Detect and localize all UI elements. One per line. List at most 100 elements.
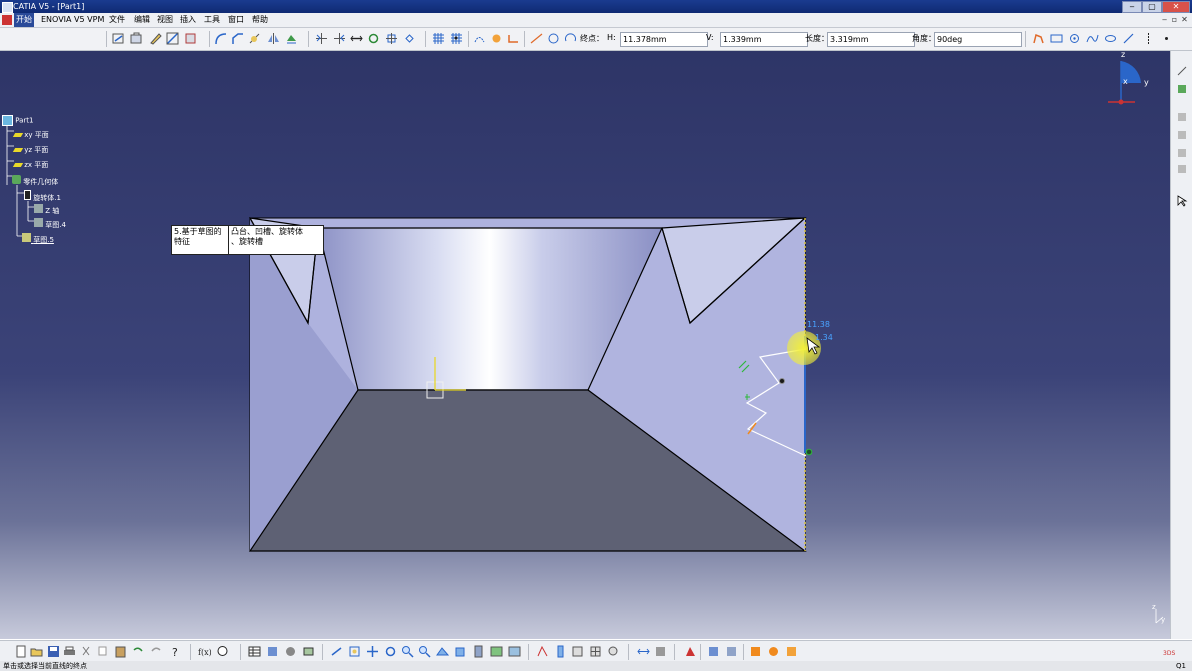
- layer-icon[interactable]: [725, 645, 738, 658]
- tree-item-zx-plane[interactable]: zx 平面: [12, 160, 48, 170]
- sketch-analysis-icon[interactable]: [536, 645, 549, 658]
- pencil-icon[interactable]: [149, 32, 162, 45]
- pan-icon[interactable]: [366, 645, 379, 658]
- trim-icon[interactable]: [248, 32, 261, 45]
- mirror-icon[interactable]: [267, 32, 280, 45]
- visualization-icon[interactable]: [571, 645, 584, 658]
- swap-space-icon[interactable]: [508, 645, 521, 658]
- exit-workbench-icon[interactable]: [112, 32, 125, 45]
- dimensional-constraints-icon[interactable]: [507, 32, 520, 45]
- tree-item-yz-plane[interactable]: yz 平面: [12, 145, 48, 155]
- maximize-button[interactable]: ▢: [1142, 1, 1162, 13]
- angle-input[interactable]: [934, 32, 1022, 47]
- zoom-in-icon[interactable]: [401, 645, 414, 658]
- tree-item-sketch4[interactable]: 草图.4: [34, 218, 66, 230]
- constraint-icon[interactable]: [1176, 111, 1188, 123]
- part-geometry[interactable]: 11.38 1.34 z x y z y: [0, 51, 1170, 639]
- material-icon[interactable]: [707, 645, 720, 658]
- cut-part-icon[interactable]: [554, 645, 567, 658]
- symmetry-icon[interactable]: [315, 32, 328, 45]
- zoom-out-icon[interactable]: [418, 645, 431, 658]
- menu-help[interactable]: 帮助: [250, 13, 270, 27]
- sketch-icon[interactable]: [130, 32, 143, 45]
- shading-icon[interactable]: [472, 645, 485, 658]
- tree-item-part1[interactable]: Part1: [2, 115, 34, 126]
- doc-close-button[interactable]: ✕: [1180, 14, 1189, 25]
- sketch-point[interactable]: [779, 378, 785, 384]
- fly-mode-icon[interactable]: [330, 645, 343, 658]
- axis-icon[interactable]: [1142, 32, 1155, 45]
- grid-view-icon[interactable]: [589, 645, 602, 658]
- constraint-list-icon[interactable]: [654, 645, 667, 658]
- point-dot-icon[interactable]: [1160, 32, 1173, 45]
- tree-item-part-body[interactable]: 零件几何体: [12, 175, 58, 187]
- fit-all-icon[interactable]: [348, 645, 361, 658]
- app-menu-icon[interactable]: [2, 15, 12, 25]
- help-icon[interactable]: ?: [169, 645, 182, 659]
- paste-icon[interactable]: [114, 645, 127, 658]
- app-icon-3[interactable]: [785, 645, 798, 658]
- sketch-endpoint[interactable]: [805, 448, 813, 456]
- redo-icon[interactable]: [150, 645, 163, 658]
- h-coordinate-input[interactable]: [620, 32, 708, 47]
- rotate-view-icon[interactable]: [384, 645, 397, 658]
- undo-icon[interactable]: [131, 645, 144, 658]
- snap-to-point-icon[interactable]: [450, 32, 463, 45]
- sketch-tools-icon[interactable]: [1176, 65, 1188, 77]
- construction-element-icon[interactable]: [473, 32, 486, 45]
- geometric-constraints-icon[interactable]: [490, 32, 503, 45]
- analysis-icon[interactable]: [284, 645, 297, 658]
- line-tool-icon[interactable]: [1122, 32, 1135, 45]
- menu-view[interactable]: 视图: [155, 13, 175, 27]
- menu-edit[interactable]: 编辑: [132, 13, 152, 27]
- dimension-icon[interactable]: [637, 645, 650, 658]
- translate-icon[interactable]: [333, 32, 346, 45]
- line-icon[interactable]: [530, 32, 543, 45]
- project-3d-icon[interactable]: [285, 32, 298, 45]
- corner-icon[interactable]: [214, 32, 227, 45]
- scale-icon[interactable]: [385, 32, 398, 45]
- doc-minimize-button[interactable]: ‒: [1160, 14, 1169, 25]
- tree-item-xy-plane[interactable]: xy 平面: [12, 130, 49, 140]
- tools-icon[interactable]: [1176, 163, 1188, 175]
- minimize-button[interactable]: ‒: [1122, 1, 1142, 13]
- spline-icon[interactable]: [1086, 32, 1099, 45]
- grid-snap-icon[interactable]: [166, 32, 179, 45]
- normal-view-icon[interactable]: [436, 645, 450, 658]
- workbench-icon[interactable]: [1176, 83, 1188, 95]
- catalog-icon[interactable]: [266, 645, 279, 658]
- menu-enovia[interactable]: ENOVIA V5 VPM: [39, 13, 106, 27]
- profile-tool-icon[interactable]: [1176, 129, 1188, 141]
- profile-icon[interactable]: [1032, 32, 1045, 45]
- save-icon[interactable]: [47, 645, 60, 658]
- copy-icon[interactable]: [97, 645, 110, 658]
- measure-icon[interactable]: [302, 645, 315, 658]
- iso-view-icon[interactable]: [454, 645, 467, 658]
- menu-tools[interactable]: 工具: [202, 13, 222, 27]
- operation-icon[interactable]: [1176, 147, 1188, 159]
- grid-icon[interactable]: [432, 32, 445, 45]
- ellipse-icon[interactable]: [1104, 32, 1117, 45]
- rotate-icon[interactable]: [367, 32, 380, 45]
- menu-window[interactable]: 窗口: [226, 13, 246, 27]
- select-cursor-icon[interactable]: [1176, 195, 1188, 207]
- construction-icon[interactable]: [184, 32, 197, 45]
- length-input[interactable]: [827, 32, 915, 47]
- menu-insert[interactable]: 插入: [178, 13, 198, 27]
- hide-show-icon[interactable]: [490, 645, 503, 658]
- app-icon-1[interactable]: [749, 645, 762, 658]
- cut-icon[interactable]: [80, 645, 93, 658]
- close-button[interactable]: ✕: [1162, 1, 1190, 13]
- circle-icon[interactable]: [547, 32, 560, 45]
- move-icon[interactable]: [350, 32, 363, 45]
- open-folder-icon[interactable]: [30, 645, 43, 658]
- print-icon[interactable]: [63, 645, 76, 658]
- table-icon[interactable]: [248, 645, 261, 658]
- inspect-icon[interactable]: [607, 645, 620, 658]
- tree-item-z-axis[interactable]: Z 轴: [34, 204, 59, 216]
- knowledge-icon[interactable]: [216, 645, 229, 658]
- chamfer-icon[interactable]: [231, 32, 244, 45]
- arc-icon[interactable]: [564, 32, 577, 45]
- menu-start[interactable]: 开始: [14, 13, 34, 27]
- tree-item-shaft[interactable]: 旋转体.1: [24, 190, 61, 203]
